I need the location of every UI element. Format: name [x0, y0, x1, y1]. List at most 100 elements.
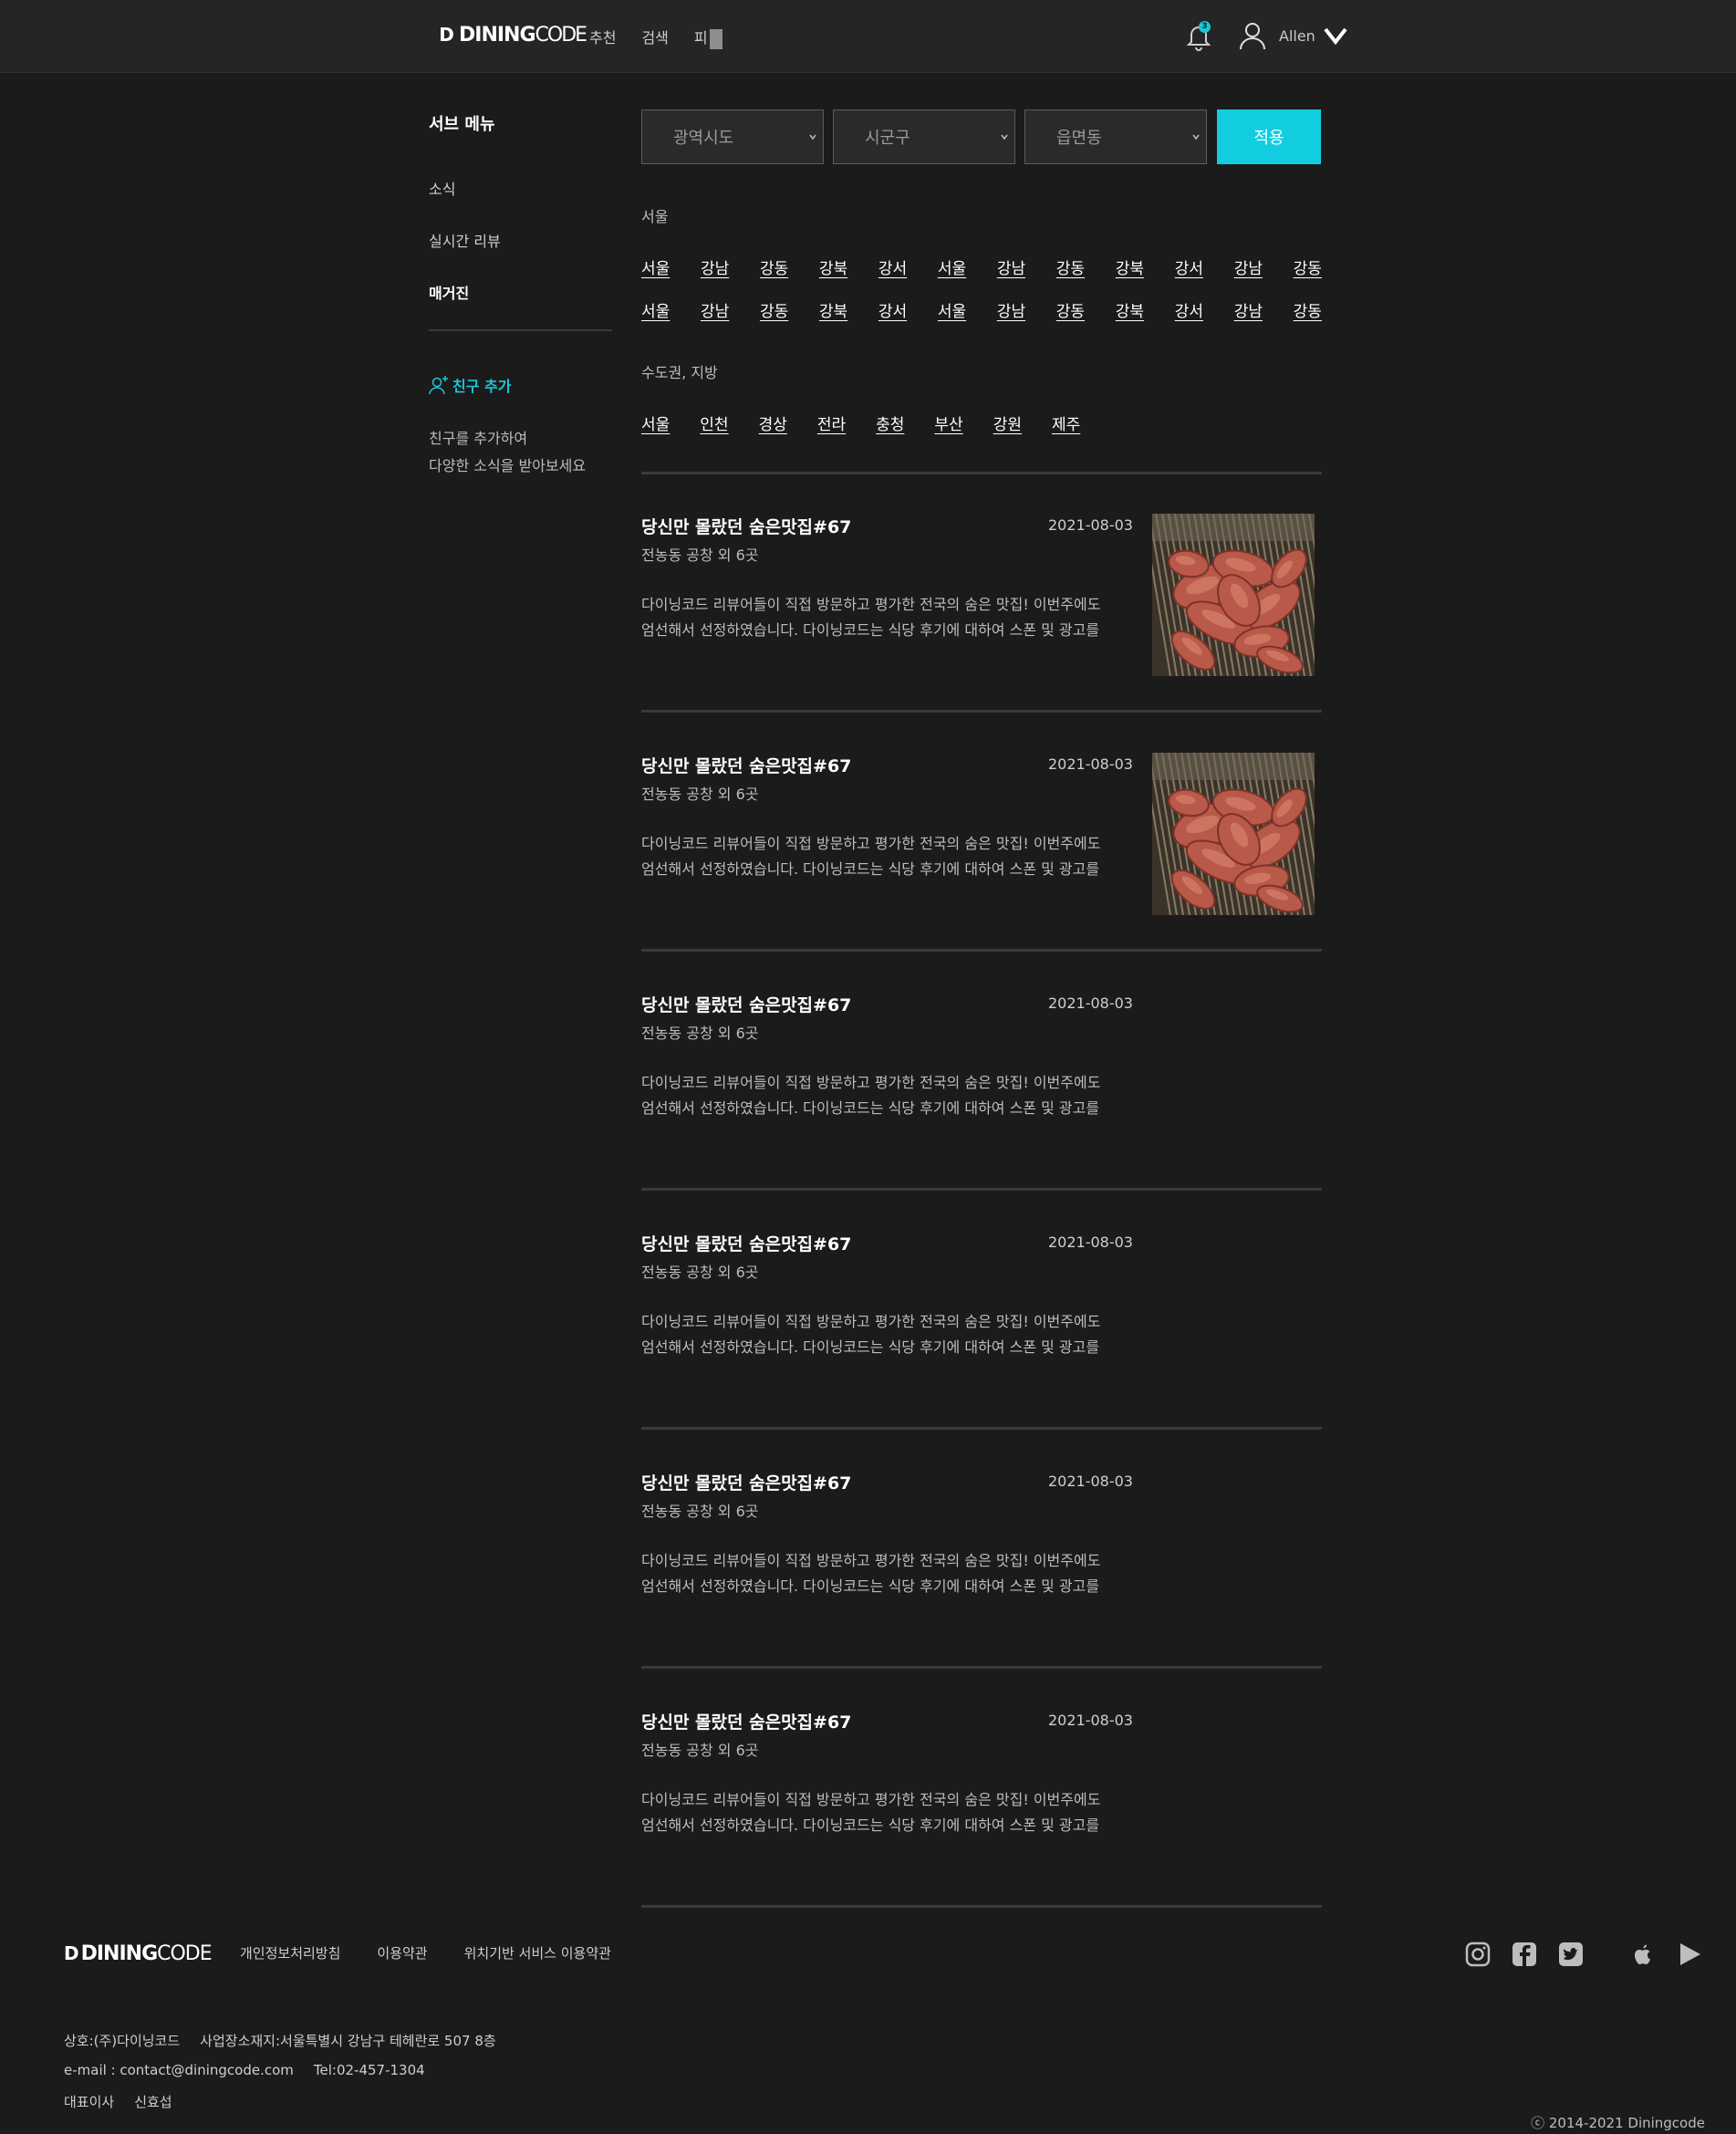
twitter-icon[interactable]: [1557, 1941, 1585, 1968]
region-link[interactable]: 서울: [641, 411, 670, 434]
select-district[interactable]: 읍면동: [1024, 109, 1207, 164]
article-subtitle: 전농동 공창 외 6곳: [641, 786, 759, 803]
footer-company: 상호:(주)다이닝코드: [64, 2033, 181, 2049]
region-link[interactable]: 경상: [759, 411, 787, 434]
diningcode-logo[interactable]: D DINING CODE: [436, 18, 587, 51]
region-link[interactable]: 강서: [1175, 255, 1203, 278]
region-link[interactable]: 서울: [641, 298, 670, 321]
region-link[interactable]: 강서: [878, 255, 907, 278]
region-link[interactable]: 강남: [1234, 255, 1263, 278]
article-divider: [641, 1427, 1322, 1430]
chevron-down-icon: [1192, 134, 1200, 141]
region-link[interactable]: 강동: [1294, 298, 1322, 321]
article-item[interactable]: 당신만 몰랐던 숨은맛집#67 2021-08-03 전농동 공창 외 6곳 다…: [641, 992, 1322, 1231]
sidebar-item-news[interactable]: 소식: [429, 177, 455, 199]
chevron-down-icon[interactable]: [1323, 26, 1348, 46]
region-link[interactable]: 강동: [1294, 255, 1322, 278]
article-excerpt: 다이닝코드 리뷰어들이 직접 방문하고 평가한 전국의 숨은 맛집! 이번주에도…: [641, 1552, 1101, 1595]
footer-email: e-mail : contact@diningcode.com: [64, 2062, 294, 2078]
article-item[interactable]: 당신만 몰랐던 숨은맛집#67 2021-08-03 전농동 공창 외 6곳 다…: [641, 1470, 1322, 1709]
add-friend-icon: [429, 376, 448, 395]
add-friend-button[interactable]: 친구 추가: [429, 374, 511, 396]
apply-button[interactable]: 적용: [1217, 109, 1321, 164]
friend-description: 친구를 추가하여 다양한 소식을 받아보세요: [429, 430, 587, 474]
article-title[interactable]: 당신만 몰랐던 숨은맛집#67: [641, 1709, 851, 1733]
select-province[interactable]: 광역시도: [641, 109, 824, 164]
footer-ceo-label: 대표이사: [64, 2094, 115, 2110]
article-excerpt: 다이닝코드 리뷰어들이 직접 방문하고 평가한 전국의 숨은 맛집! 이번주에도…: [641, 1791, 1101, 1834]
article-date: 2021-08-03: [1048, 516, 1133, 534]
footer-link-location-terms[interactable]: 위치기반 서비스 이용약관: [464, 1943, 611, 1962]
region-link[interactable]: 강원: [993, 411, 1022, 434]
article-subtitle: 전농동 공창 외 6곳: [641, 1264, 759, 1281]
region-link[interactable]: 충청: [876, 411, 904, 434]
logo-mark: D: [439, 24, 454, 46]
region-link[interactable]: 강북: [1116, 255, 1144, 278]
apple-icon[interactable]: [1629, 1941, 1657, 1968]
region-link[interactable]: 강남: [1234, 298, 1263, 321]
region-link[interactable]: 강남: [701, 298, 729, 321]
instagram-icon[interactable]: [1464, 1941, 1492, 1968]
notification-bell-icon[interactable]: 3: [1186, 21, 1211, 51]
region-row-metro: 서울 인천 경상 전라 충청 부산 강원 제주: [641, 411, 1080, 434]
article-divider: [641, 1905, 1322, 1908]
region-link[interactable]: 강동: [760, 298, 788, 321]
region-link[interactable]: 강남: [997, 255, 1025, 278]
footer-logo[interactable]: D DINING CODE: [64, 1939, 213, 1968]
nav-search[interactable]: 검색: [641, 26, 668, 49]
article-thumbnail[interactable]: [1152, 514, 1315, 676]
region-link[interactable]: 강남: [997, 298, 1025, 321]
article-item[interactable]: 당신만 몰랐던 숨은맛집#67 2021-08-03 전농동 공창 외 6곳 다…: [641, 753, 1322, 992]
article-item[interactable]: 당신만 몰랐던 숨은맛집#67 2021-08-03 전농동 공창 외 6곳 다…: [641, 1709, 1322, 1948]
article-title[interactable]: 당신만 몰랐던 숨은맛집#67: [641, 1231, 851, 1255]
article-subtitle: 전농동 공창 외 6곳: [641, 1025, 759, 1042]
copyright: ⓒ 2014-2021 Diningcode: [1531, 2115, 1705, 2131]
sidebar-item-live-review[interactable]: 실시간 리뷰: [429, 229, 501, 251]
article-subtitle: 전농동 공창 외 6곳: [641, 1742, 759, 1759]
select-city[interactable]: 시군구: [833, 109, 1015, 164]
article-subtitle: 전농동 공창 외 6곳: [641, 1503, 759, 1520]
region-link[interactable]: 서울: [641, 255, 670, 278]
footer-company-info: 상호:(주)다이닝코드 사업장소재지:서울특별시 강남구 테헤란로 507 8층: [64, 2031, 496, 2050]
region-row-seoul-1: 서울 강남 강동 강북 강서 서울 강남 강동 강북 강서 강남 강동: [641, 255, 1322, 278]
article-title[interactable]: 당신만 몰랐던 숨은맛집#67: [641, 1470, 851, 1494]
region-link[interactable]: 강동: [1056, 255, 1085, 278]
footer-tel: Tel:02-457-1304: [313, 2062, 425, 2078]
article-title[interactable]: 당신만 몰랐던 숨은맛집#67: [641, 992, 851, 1016]
nav-feed-glyph: [709, 28, 722, 49]
region-link[interactable]: 강북: [819, 255, 847, 278]
article-item[interactable]: 당신만 몰랐던 숨은맛집#67 2021-08-03 전농동 공창 외 6곳 다…: [641, 514, 1322, 753]
google-play-icon[interactable]: [1676, 1941, 1703, 1968]
region-link[interactable]: 인천: [700, 411, 728, 434]
nav-feed[interactable]: 피: [694, 26, 722, 49]
article-item[interactable]: 당신만 몰랐던 숨은맛집#67 2021-08-03 전농동 공창 외 6곳 다…: [641, 1231, 1322, 1470]
sidebar-item-magazine[interactable]: 매거진: [429, 281, 469, 303]
article-divider: [641, 1666, 1322, 1669]
region-link[interactable]: 서울: [938, 298, 966, 321]
main-nav: 추천 검색 피: [589, 26, 722, 49]
article-subtitle: 전농동 공창 외 6곳: [641, 547, 759, 564]
sidebar-divider: [429, 329, 612, 331]
region-link[interactable]: 강북: [819, 298, 847, 321]
region-link[interactable]: 강북: [1116, 298, 1144, 321]
region-link[interactable]: 제주: [1052, 411, 1080, 434]
region-link[interactable]: 서울: [938, 255, 966, 278]
article-title[interactable]: 당신만 몰랐던 숨은맛집#67: [641, 753, 851, 777]
footer-link-terms[interactable]: 이용약관: [377, 1943, 427, 1962]
article-date: 2021-08-03: [1048, 1234, 1133, 1251]
article-thumbnail[interactable]: [1152, 753, 1315, 915]
region-link[interactable]: 전라: [817, 411, 846, 434]
region-link[interactable]: 강남: [701, 255, 729, 278]
region-link[interactable]: 강서: [878, 298, 907, 321]
facebook-icon[interactable]: [1511, 1941, 1538, 1968]
region-title-seoul: 서울: [641, 208, 669, 225]
region-link[interactable]: 강동: [1056, 298, 1085, 321]
article-title[interactable]: 당신만 몰랐던 숨은맛집#67: [641, 514, 851, 538]
nav-recommend[interactable]: 추천: [589, 26, 616, 49]
region-link[interactable]: 부산: [934, 411, 962, 434]
user-name[interactable]: Allen: [1279, 27, 1315, 45]
region-link[interactable]: 강서: [1175, 298, 1203, 321]
region-link[interactable]: 강동: [760, 255, 788, 278]
footer-link-privacy[interactable]: 개인정보처리방침: [240, 1943, 340, 1962]
user-avatar-icon[interactable]: [1239, 20, 1266, 51]
